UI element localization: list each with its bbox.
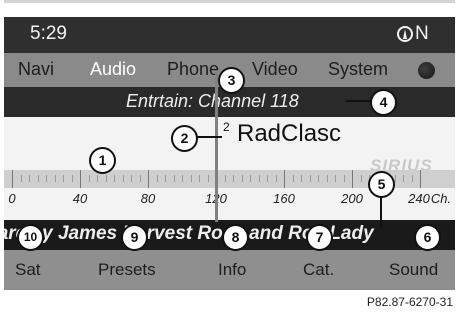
scale-tick bbox=[122, 175, 124, 182]
callout-marker: 9 bbox=[121, 224, 148, 251]
scale-label: 160 bbox=[273, 191, 295, 206]
scale-tick bbox=[343, 175, 345, 182]
scale-tick bbox=[309, 175, 311, 182]
callout-marker: 7 bbox=[306, 224, 333, 251]
callout-leader bbox=[196, 136, 222, 138]
callout-marker: 1 bbox=[89, 147, 116, 174]
scale-tick bbox=[284, 170, 285, 188]
scale-tick bbox=[326, 175, 328, 182]
scale-tick bbox=[403, 175, 404, 182]
scale-tick bbox=[233, 175, 234, 182]
globe-icon[interactable] bbox=[418, 62, 435, 79]
callout-leader bbox=[346, 100, 372, 102]
callout-marker: 8 bbox=[222, 224, 249, 251]
scale-tick bbox=[190, 175, 192, 182]
compass-indicator: N bbox=[397, 23, 429, 45]
scale-tick bbox=[241, 175, 243, 182]
scale-tick bbox=[148, 170, 149, 188]
scale-tick bbox=[165, 175, 166, 182]
scale-tick bbox=[420, 170, 421, 188]
scale-tick bbox=[114, 175, 115, 182]
channel-text: Entrtain: Channel 118 bbox=[126, 91, 299, 111]
softkey-category[interactable]: Cat. bbox=[303, 260, 334, 280]
scale-label: 80 bbox=[140, 191, 156, 206]
scale-tick bbox=[20, 175, 22, 182]
station-display: 2 RadClasc bbox=[4, 117, 455, 150]
scale-tick bbox=[182, 175, 183, 182]
scale-tick bbox=[173, 175, 175, 182]
scale-tick bbox=[105, 175, 107, 182]
scale-tick bbox=[250, 175, 251, 182]
callout-marker: 3 bbox=[218, 67, 245, 94]
scale-tick bbox=[224, 175, 226, 182]
tuning-needle bbox=[215, 72, 218, 222]
scale-unit: Ch. bbox=[430, 191, 452, 206]
scale-tick bbox=[360, 175, 362, 182]
scale-tick bbox=[80, 170, 81, 188]
softkey-presets[interactable]: Presets bbox=[98, 260, 156, 280]
scale-tick bbox=[352, 170, 353, 188]
scale-label: 0 bbox=[8, 191, 16, 206]
menu-item-audio[interactable]: Audio bbox=[90, 59, 136, 80]
softkey-sound[interactable]: Sound bbox=[389, 260, 438, 280]
menu-item-video[interactable]: Video bbox=[252, 59, 298, 80]
callout-marker: 6 bbox=[414, 224, 441, 251]
scale-tick bbox=[318, 175, 319, 182]
scale-tick bbox=[156, 175, 158, 182]
scale-tick bbox=[207, 175, 209, 182]
scale-tick bbox=[71, 175, 73, 182]
scale-tick bbox=[267, 175, 268, 182]
scale-tick bbox=[88, 175, 90, 182]
scale-tick bbox=[12, 170, 13, 188]
scale-tick bbox=[54, 175, 56, 182]
scale-tick bbox=[411, 175, 413, 182]
callout-marker: 5 bbox=[368, 171, 395, 198]
menu-item-phone[interactable]: Phone bbox=[167, 59, 219, 80]
status-bar: 5:29 N bbox=[4, 17, 455, 53]
figure-code: P82.87-6270-31 bbox=[366, 295, 453, 309]
scale-tick bbox=[199, 175, 200, 182]
scale-tick bbox=[97, 175, 98, 182]
preset-number: 2 bbox=[223, 120, 230, 134]
compass-heading: N bbox=[415, 23, 429, 44]
audio-screen: 5:29 N Navi Audio Phone Video System Ent… bbox=[4, 0, 455, 290]
scale-tick bbox=[258, 175, 260, 182]
station-name: RadClasc bbox=[237, 120, 342, 147]
scale-tick bbox=[292, 175, 294, 182]
scale-tick bbox=[131, 175, 132, 182]
top-divider bbox=[4, 0, 455, 3]
softkey-info[interactable]: Info bbox=[218, 260, 246, 280]
scale-tick bbox=[46, 175, 47, 182]
callout-marker: 2 bbox=[171, 125, 198, 152]
scale-tick bbox=[335, 175, 336, 182]
scale-tick bbox=[29, 175, 30, 182]
callout-marker: 10 bbox=[17, 224, 44, 251]
scale-label: 240 bbox=[408, 191, 430, 206]
scale-tick bbox=[63, 175, 64, 182]
scale-tick bbox=[301, 175, 302, 182]
softkey-sat[interactable]: Sat bbox=[15, 260, 41, 280]
scale-tick bbox=[37, 175, 39, 182]
scale-label: 200 bbox=[341, 191, 363, 206]
menu-item-navi[interactable]: Navi bbox=[18, 59, 54, 80]
scale-tick bbox=[139, 175, 141, 182]
callout-marker: 4 bbox=[370, 89, 397, 116]
clock: 5:29 bbox=[30, 23, 67, 44]
softkey-bar: Sat Presets Info Cat. Sound bbox=[4, 250, 455, 290]
scale-label: 40 bbox=[72, 191, 88, 206]
scale-tick bbox=[275, 175, 277, 182]
compass-icon bbox=[397, 26, 413, 42]
menu-item-system[interactable]: System bbox=[328, 59, 388, 80]
